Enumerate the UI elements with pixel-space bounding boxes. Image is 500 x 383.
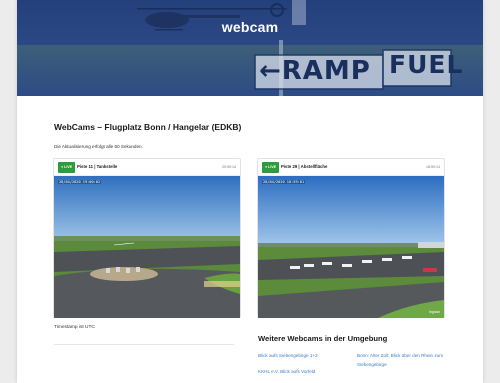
link-bonn-alter-zoll[interactable]: Bonn: Alter Zoll: Blick über den Rhein z… <box>357 351 465 369</box>
update-note: Die Aktualisierung erfolgt alle 60 Sekun… <box>54 144 143 149</box>
hero-banner: ←RAMP FUEL webcam <box>17 0 483 96</box>
sign-fuel-text: FUEL <box>389 50 464 79</box>
timezone-note: Timestamp ist UTC <box>54 325 95 330</box>
webcam-card-header: ● LIVE Piste 29 | Abstellfläche 18:59:14 <box>258 159 444 176</box>
live-badge: ● LIVE <box>262 162 280 173</box>
webcam-image[interactable]: 28/04/2020 19:00:02 <box>54 176 240 318</box>
site-title[interactable]: webcam <box>17 19 483 35</box>
sign-ramp-text: ←RAMP <box>259 56 371 86</box>
page-container: ←RAMP FUEL webcam WebCams – Flugplatz Bo… <box>17 0 483 383</box>
webcam-timestamp: 28/04/2020 18:59:01 <box>262 180 306 184</box>
webcam-card-piste-11: ● LIVE Piste 11 | Tankstelle 20:59:14 28… <box>53 158 241 318</box>
webcam-name: Piste 29 | Abstellfläche <box>281 164 328 169</box>
webcam-time: 20:59:14 <box>222 165 236 169</box>
hero-photo <box>17 0 483 96</box>
live-badge: ● LIVE <box>58 162 76 173</box>
divider <box>54 344 234 345</box>
webcam-image[interactable]: 28/04/2020 18:59:01 Ing4an <box>258 176 444 318</box>
more-webcams-heading: Weitere Webcams in der Umgebung <box>258 334 388 343</box>
webcam-name: Piste 11 | Tankstelle <box>77 164 118 169</box>
page-title: WebCams – Flugplatz Bonn / Hangelar (EDK… <box>54 122 242 132</box>
link-siebengebirge[interactable]: Blick aufs Siebengebirge 1+2 <box>258 351 348 360</box>
webcam-time: 18:59:14 <box>426 165 440 169</box>
link-kkhl-vorfeld[interactable]: KKHL e.V. Blick aufs Vorfeld <box>258 367 348 376</box>
webcam-card-piste-29: ● LIVE Piste 29 | Abstellfläche 18:59:14 <box>257 158 445 318</box>
webcam-timestamp: 28/04/2020 19:00:02 <box>58 180 102 184</box>
webcam-watermark: Ing4an <box>429 310 440 314</box>
webcam-card-header: ● LIVE Piste 11 | Tankstelle 20:59:14 <box>54 159 240 176</box>
